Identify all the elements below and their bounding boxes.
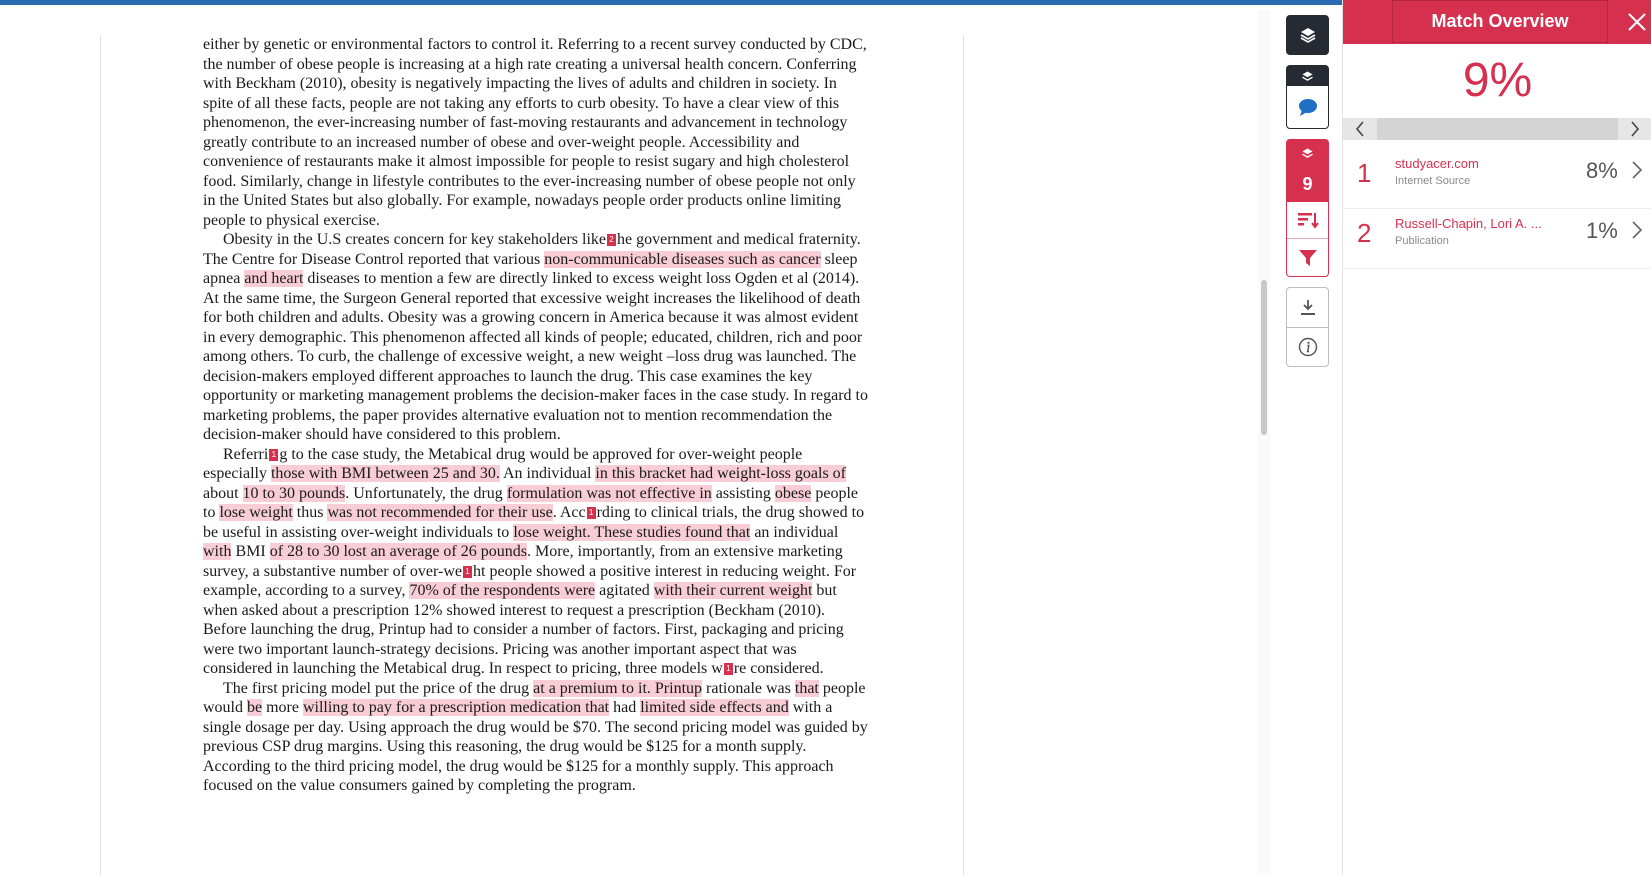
comments-layers-tab[interactable] xyxy=(1287,66,1328,86)
matched-text-highlight[interactable]: with their current weight xyxy=(653,582,813,599)
matched-text-highlight[interactable]: lose weight xyxy=(219,504,293,521)
layers-icon xyxy=(1300,28,1315,43)
text-segment: re considered. xyxy=(733,660,824,677)
text-segment: either by genetic or environmental facto… xyxy=(203,36,867,229)
matched-text-highlight[interactable]: 10 to 30 pounds xyxy=(242,484,346,502)
source-percent: 8% xyxy=(1586,158,1618,183)
text-segment: rationale was xyxy=(702,679,795,697)
source-number: 2 xyxy=(1357,218,1372,248)
layers-icon xyxy=(1302,70,1313,81)
source-item[interactable]: 1 studyacer.com Internet Source 8% xyxy=(1343,154,1651,210)
source-navigation xyxy=(1343,118,1651,140)
matched-text-highlight[interactable]: be xyxy=(247,699,263,716)
filter-button[interactable] xyxy=(1287,239,1328,276)
text-segment: thus xyxy=(292,504,328,521)
matched-text-highlight[interactable]: lose weight. These studies found that xyxy=(513,523,751,541)
matched-text-highlight[interactable]: was not recommended for their use xyxy=(327,504,553,521)
document-scrollbar-thumb[interactable] xyxy=(1261,280,1267,435)
chevron-right-icon[interactable] xyxy=(1630,160,1644,180)
matched-text-highlight[interactable]: those with BMI between 25 and 30. xyxy=(270,465,500,482)
match-marker[interactable]: 1 xyxy=(463,565,473,578)
matched-text-highlight[interactable]: that xyxy=(794,679,819,697)
match-overview-panel: Match Overview 9% 1 studyacer.com Intern… xyxy=(1342,0,1651,875)
layers-icon xyxy=(1302,148,1313,158)
document-viewer[interactable]: either by genetic or environmental facto… xyxy=(0,5,1278,875)
comment-icon xyxy=(1298,99,1317,116)
text-segment: more xyxy=(262,699,303,716)
match-marker[interactable]: 1 xyxy=(586,507,596,520)
panel-title: Match Overview xyxy=(1392,0,1608,43)
utility-group xyxy=(1286,287,1329,367)
matched-text-highlight[interactable]: at a premium to it. Printup xyxy=(533,679,703,697)
match-marker[interactable]: 2 xyxy=(606,234,616,247)
download-icon xyxy=(1300,300,1315,316)
document-scroll-track[interactable] xyxy=(1258,10,1270,875)
matched-text-highlight[interactable]: and heart xyxy=(244,270,304,287)
document-paragraph: Referri 1 g to the case study, the Metabic… xyxy=(203,445,868,679)
matched-text-highlight[interactable]: obese xyxy=(774,484,812,502)
overall-match-percent: 9% xyxy=(1462,54,1533,107)
match-overview-tab[interactable]: 9 xyxy=(1287,140,1328,202)
matched-text-highlight[interactable]: of 28 to 30 lost an average of 26 pounds xyxy=(269,543,527,560)
document-page: either by genetic or environmental facto… xyxy=(100,35,964,875)
matched-text-highlight[interactable]: non-communicable diseases such as cancer xyxy=(544,250,821,268)
sort-icon xyxy=(1297,212,1319,229)
source-name[interactable]: Russell-Chapin, Lori A. ... xyxy=(1395,216,1542,231)
match-count: 9 xyxy=(1302,173,1313,194)
source-type: Publication xyxy=(1395,235,1449,247)
match-tools-group: 9 xyxy=(1286,139,1329,277)
chevron-right-icon xyxy=(1631,121,1640,137)
source-divider xyxy=(1343,208,1651,209)
matched-text-highlight[interactable]: in this bracket had weight-loss goals of xyxy=(595,465,847,482)
text-segment: agitated xyxy=(595,582,654,599)
filter-icon xyxy=(1298,249,1317,266)
document-paragraph: Obesity in the U.S creates concern for k… xyxy=(203,230,868,445)
text-segment: The first pricing model put the price of… xyxy=(203,679,534,697)
text-segment: diseases to mention a few are directly l… xyxy=(203,270,868,443)
source-item[interactable]: 2 Russell-Chapin, Lori A. ... Publicatio… xyxy=(1343,214,1651,270)
source-percent: 1% xyxy=(1586,218,1618,243)
download-button[interactable] xyxy=(1287,288,1328,328)
source-type: Internet Source xyxy=(1395,175,1471,187)
document-paragraph: either by genetic or environmental facto… xyxy=(203,35,868,230)
text-segment: An individual xyxy=(499,465,596,482)
match-marker[interactable]: 1 xyxy=(269,448,279,461)
text-segment: . Acc xyxy=(552,504,586,521)
text-segment: BMI xyxy=(231,543,270,560)
comments-button[interactable] xyxy=(1297,86,1319,128)
chevron-left-icon xyxy=(1355,121,1364,137)
previous-source-button[interactable] xyxy=(1343,118,1377,140)
document-paragraph: The first pricing model put the price of… xyxy=(203,679,868,796)
document-text: either by genetic or environmental facto… xyxy=(203,35,868,796)
text-segment: had xyxy=(609,699,641,716)
source-divider xyxy=(1343,268,1651,269)
match-marker[interactable]: 1 xyxy=(723,663,733,676)
source-number: 1 xyxy=(1357,158,1372,188)
text-segment: Obesity in the U.S creates concern for k… xyxy=(203,231,606,248)
text-segment: about xyxy=(203,484,243,502)
info-button[interactable] xyxy=(1287,328,1328,367)
next-source-button[interactable] xyxy=(1618,118,1651,140)
text-segment: assisting xyxy=(711,484,775,502)
matched-text-highlight[interactable]: 70% of the respondents were xyxy=(409,582,596,599)
source-name[interactable]: studyacer.com xyxy=(1395,156,1479,171)
matched-text-highlight[interactable]: formulation was not effective in xyxy=(506,484,712,502)
info-icon xyxy=(1298,337,1317,356)
sort-button[interactable] xyxy=(1287,202,1328,240)
layers-button[interactable] xyxy=(1286,15,1329,55)
chevron-right-icon[interactable] xyxy=(1630,220,1644,240)
panel-header: Match Overview xyxy=(1343,0,1651,44)
comments-group xyxy=(1286,65,1329,129)
close-icon[interactable] xyxy=(1625,10,1649,34)
text-segment: an individual xyxy=(750,523,839,541)
text-segment: Referri xyxy=(203,445,269,463)
matched-text-highlight[interactable]: limited side effects and xyxy=(640,699,789,716)
matched-text-highlight[interactable]: with xyxy=(203,543,232,560)
matched-text-highlight[interactable]: willing to pay for a prescription medica… xyxy=(302,699,610,716)
text-segment: . Unfortunately, the drug xyxy=(345,484,507,502)
